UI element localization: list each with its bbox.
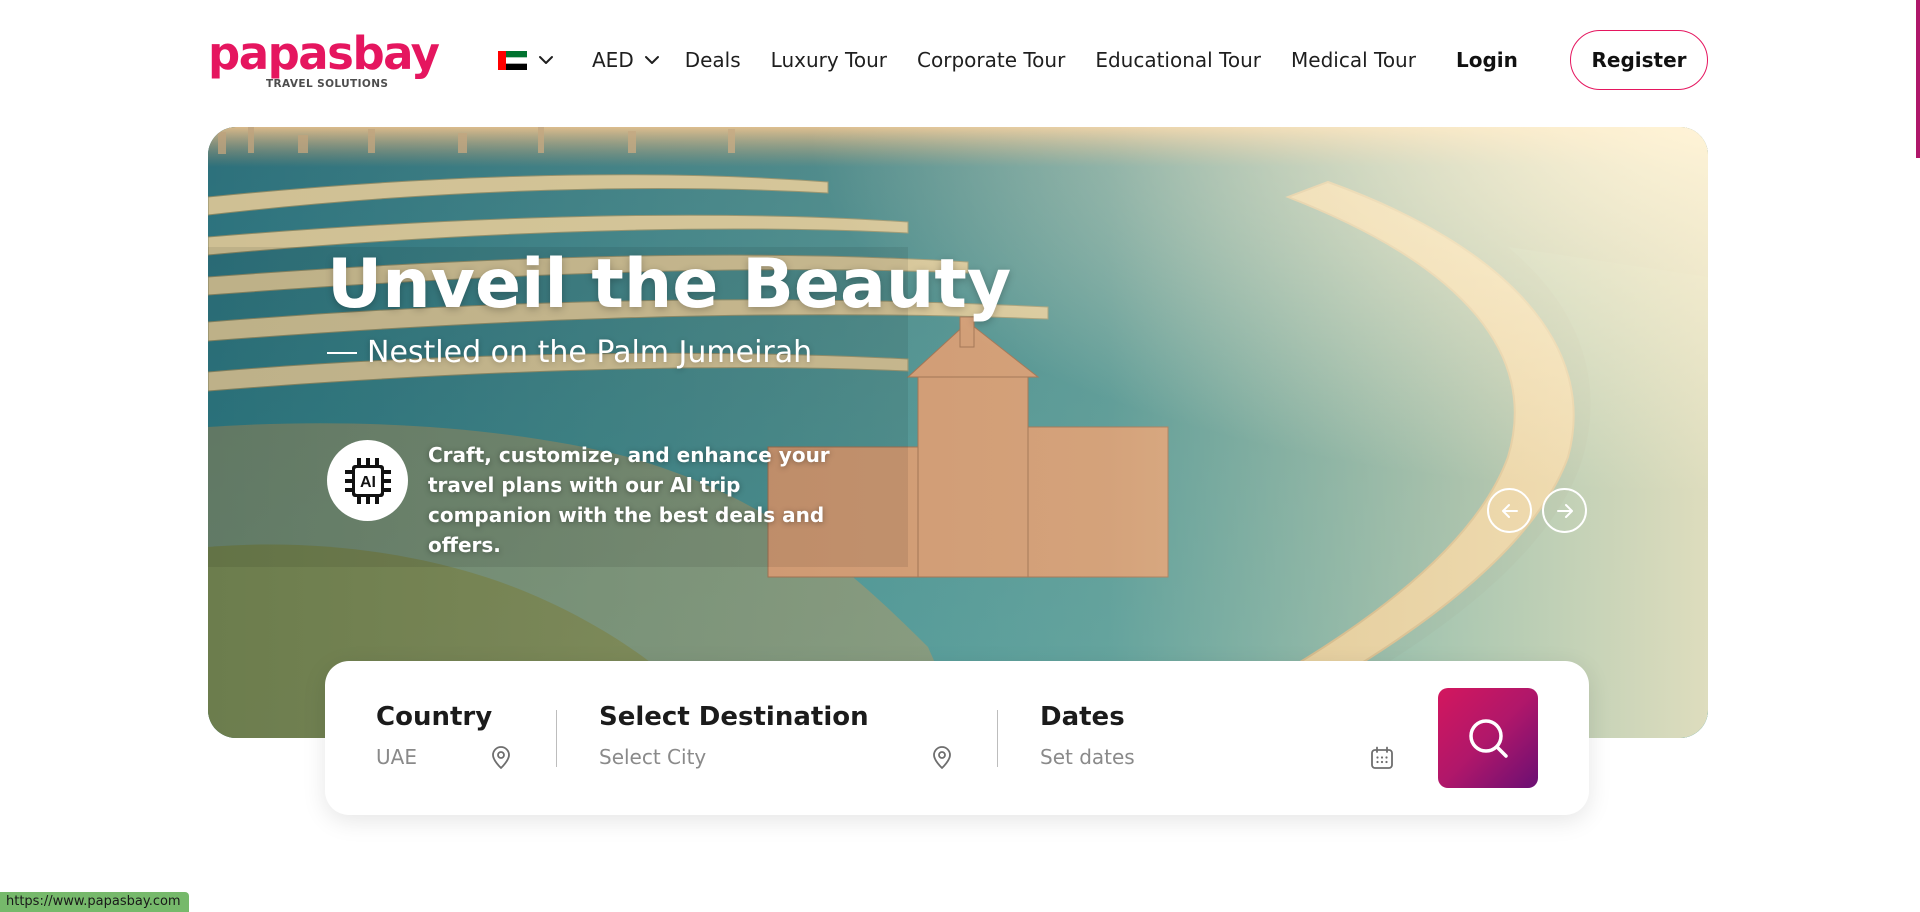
nav-link-deals[interactable]: Deals (685, 48, 741, 72)
ai-chip-icon: AI (344, 457, 391, 504)
ai-badge[interactable]: AI (327, 440, 408, 521)
chevron-down-icon (539, 56, 553, 64)
main-nav: AED Deals Luxury Tour Corporate Tour Edu… (498, 38, 1518, 82)
nav-link-luxury-tour[interactable]: Luxury Tour (771, 48, 887, 72)
location-pin-icon[interactable] (929, 745, 955, 771)
destination-label: Select Destination (599, 702, 869, 732)
register-button[interactable]: Register (1570, 30, 1708, 90)
ai-icon-label: AI (360, 474, 376, 491)
nav-link-educational-tour[interactable]: Educational Tour (1095, 48, 1261, 72)
search-button[interactable] (1438, 688, 1538, 788)
currency-label: AED (592, 48, 634, 72)
ai-companion-block: AI Craft, customize, and enhance your tr… (327, 440, 868, 560)
site-header: papasbay TRAVEL SOLUTIONS AED Deals Luxu… (0, 0, 1920, 120)
carousel-next-button[interactable] (1542, 488, 1587, 533)
language-selector[interactable] (498, 50, 554, 70)
field-divider (556, 710, 557, 767)
destination-field[interactable]: Select Destination Select City (599, 701, 959, 769)
arrow-right-icon (1556, 503, 1573, 518)
hero-banner: Unveil the Beauty Nestled on the Palm Ju… (208, 127, 1708, 738)
subtitle-dash (327, 351, 357, 354)
destination-input[interactable]: Select City (599, 745, 959, 769)
nav-link-corporate-tour[interactable]: Corporate Tour (917, 48, 1065, 72)
arrow-left-icon (1501, 503, 1518, 518)
dates-label: Dates (1040, 702, 1125, 732)
dates-input[interactable]: Set dates (1040, 745, 1340, 769)
palm-jumeirah-hero-image (208, 127, 1708, 738)
logo-wordmark: papasbay (208, 27, 440, 80)
papasbay-logo[interactable]: papasbay TRAVEL SOLUTIONS (208, 27, 440, 92)
calendar-icon[interactable] (1369, 745, 1395, 771)
hero-title: Unveil the Beauty (327, 245, 1012, 324)
field-divider (997, 710, 998, 767)
status-bar-url: https://www.papasbay.com (0, 892, 189, 912)
country-label: Country (376, 702, 493, 732)
uae-flag-icon (498, 50, 527, 70)
trip-search-panel: Country UAE Select Destination Select Ci… (325, 661, 1589, 815)
carousel-prev-button[interactable] (1487, 488, 1532, 533)
hero-subtitle-text: Nestled on the Palm Jumeirah (367, 335, 813, 370)
logo-tagline: TRAVEL SOLUTIONS (266, 78, 389, 90)
scroll-indicator (1916, 0, 1920, 158)
chevron-down-icon (644, 56, 659, 64)
nav-link-medical-tour[interactable]: Medical Tour (1291, 48, 1416, 72)
location-pin-icon[interactable] (488, 745, 514, 771)
ai-companion-description: Craft, customize, and enhance your trave… (428, 443, 830, 557)
hero-subtitle: Nestled on the Palm Jumeirah (327, 335, 812, 370)
dates-field[interactable]: Dates Set dates (1040, 701, 1340, 769)
search-icon (1469, 719, 1508, 758)
login-link[interactable]: Login (1456, 48, 1518, 72)
currency-selector[interactable]: AED (592, 48, 660, 72)
